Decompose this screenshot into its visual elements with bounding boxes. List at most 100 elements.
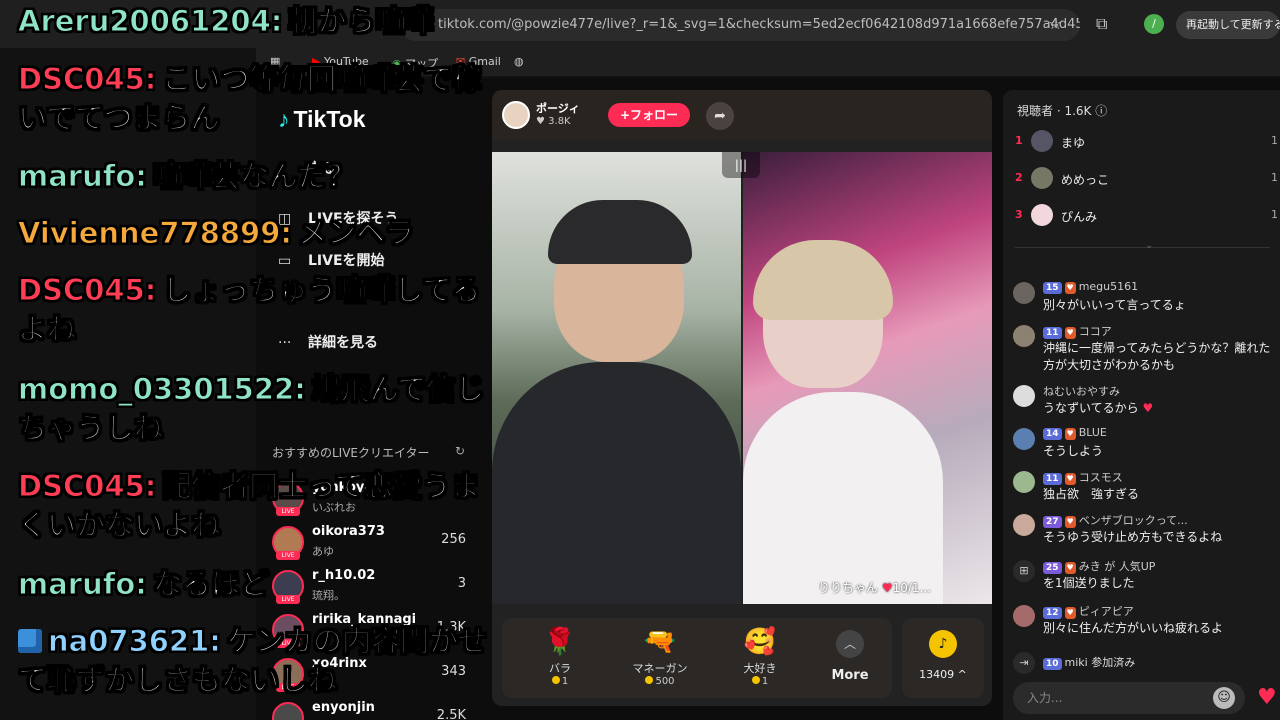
username[interactable]: miki — [1065, 656, 1088, 669]
viewer-name: まゆ — [1061, 136, 1086, 150]
message-meta: 11 ♥ コスモス — [1043, 469, 1123, 485]
gift-name: マネーガン — [632, 662, 688, 675]
guest-label: りりちゃん ♥10/1... — [818, 579, 931, 596]
overlay-text: メンヘラ — [298, 216, 415, 251]
username[interactable]: megu5161 — [1079, 280, 1138, 293]
viewers-header: 視聴者 · 1.6K ⓘ — [1017, 104, 1108, 118]
rank-number: 2 — [1015, 171, 1023, 184]
avatar[interactable] — [1013, 471, 1035, 493]
username[interactable]: ベンザブロックって... — [1079, 514, 1188, 527]
fan-badge-icon: ♥ — [1064, 516, 1076, 528]
heart-icon: ♥ — [536, 116, 549, 127]
avatar — [1031, 130, 1053, 152]
overlay-username: DSC045: — [17, 469, 157, 504]
chat-input[interactable]: 入力... — [1013, 682, 1245, 714]
viewer-name: めめっこ — [1061, 173, 1110, 187]
gift-rose[interactable]: 🌹 バラ 1 — [520, 626, 600, 692]
username[interactable]: ピィアピア — [1079, 605, 1134, 618]
message-meta: 10 miki 参加済み — [1043, 654, 1135, 670]
level-badge: 10 — [1043, 658, 1062, 670]
message-meta: ねむいおやすみ — [1043, 383, 1120, 399]
join-icon: ⇥ — [1013, 652, 1035, 674]
love-icon: 🥰 — [743, 627, 777, 657]
message-text: そうしよう — [1043, 444, 1104, 458]
overlay-message: marufo: 喧嘩芸なんだ？ — [18, 157, 488, 196]
avatar[interactable] — [1013, 325, 1035, 347]
top-viewer[interactable]: 2 めめっこ 1 — [1015, 167, 1278, 191]
gift-love[interactable]: 🥰 大好き 1 — [720, 626, 800, 692]
likes-count: 3.8K — [548, 116, 571, 127]
info-icon[interactable]: ⓘ — [1095, 104, 1107, 118]
message-meta: 27 ♥ ベンザブロックって... — [1043, 512, 1188, 528]
cube-icon — [18, 629, 42, 653]
message-text: 沖縄に一度帰ってみたらどうかな？離れた方が大切さがわかるかも — [1043, 341, 1271, 372]
fan-badge-icon: ♥ — [1064, 327, 1076, 339]
avatar — [1031, 204, 1053, 226]
extensions-icon[interactable]: ⧉ — [1096, 14, 1107, 34]
avatar[interactable] — [1013, 385, 1035, 407]
top-viewer[interactable]: 1 まゆ 1 — [1015, 130, 1278, 154]
follow-button[interactable]: +フォロー — [608, 103, 690, 127]
username[interactable]: みき が 人気UP — [1079, 560, 1156, 573]
price-value: 1 — [561, 676, 569, 687]
coin-balance-button[interactable]: ♪ 13409 ^ — [902, 618, 984, 698]
avatar[interactable] — [1013, 605, 1035, 627]
overlay-username: marufo: — [18, 159, 148, 194]
fan-badge-icon: ♥ — [1064, 428, 1076, 440]
level-badge: 12 — [1043, 607, 1062, 619]
gift-price: 1 — [520, 676, 600, 687]
username[interactable]: ねむいおやすみ — [1043, 385, 1120, 398]
overlay-message: na073621: ケンカの内容聞かせて恥ずかしさもないしね — [17, 622, 488, 700]
avatar[interactable] — [1013, 282, 1035, 304]
stream-chat-overlay: Areru20061204: 朝から喧嘩 DSC045: こいつ等毎回喧嘩芸で稼いで… — [0, 0, 490, 720]
guest-hair — [753, 240, 893, 320]
gift-price: 1 — [720, 676, 800, 687]
restart-update-button[interactable]: 再起動して更新する — [1176, 11, 1280, 39]
message-text: 別々に住んだ方がいいね疲れるよ — [1043, 621, 1224, 635]
level-badge: 14 — [1043, 428, 1062, 440]
tiktok-coin-icon: ♪ — [929, 630, 957, 658]
overlay-message: DSC045: 配信者同士って恋愛うまくいかないよね — [17, 467, 488, 545]
globe-icon[interactable]: ◍ — [514, 55, 524, 68]
more-gifts-button[interactable]: ︿ More — [810, 626, 890, 692]
bookmark-star-icon[interactable]: ☆ — [1048, 14, 1062, 33]
gift-name: 大好き — [743, 662, 777, 675]
guest-hoodie — [743, 392, 943, 604]
share-icon[interactable]: ➦ — [706, 102, 734, 130]
message-meta: 11 ♥ ココア — [1043, 323, 1112, 339]
username[interactable]: コスモス — [1079, 471, 1123, 484]
gift-name: バラ — [549, 662, 571, 675]
divider — [1015, 247, 1270, 248]
emoji-icon[interactable]: ☺ — [1213, 687, 1235, 709]
overlay-username: Vivienne778899: — [17, 216, 293, 251]
host-name[interactable]: ポージィ — [536, 100, 580, 116]
coin-icon — [551, 676, 560, 684]
price-value: 500 — [655, 676, 675, 687]
multi-guest-icon[interactable]: ||| — [722, 152, 760, 178]
expand-icon[interactable]: ⌄ — [1145, 240, 1153, 251]
top-viewer[interactable]: 3 ぴんみ 1 — [1015, 204, 1278, 228]
host-avatar[interactable] — [502, 101, 530, 129]
message-text: そうゆう受け止め方もできるよね — [1043, 530, 1223, 544]
avatar[interactable] — [1013, 428, 1035, 450]
overlay-text: 喧嘩芸なんだ？ — [152, 159, 356, 194]
like-heart-icon[interactable]: ♥ — [1257, 685, 1277, 710]
chevron-up-icon: ︿ — [836, 630, 864, 658]
host-bar: ポージィ ♥ 3.8K +フォロー ➦ — [492, 90, 992, 140]
username[interactable]: BLUE — [1079, 426, 1107, 439]
overlay-username: momo_03301522: — [18, 372, 307, 407]
overlay-username: marufo: — [18, 567, 148, 602]
more-label: More — [831, 668, 869, 683]
avatar[interactable] — [1013, 514, 1035, 536]
guest-video — [743, 152, 992, 604]
message-meta: 15 ♥ megu5161 — [1043, 280, 1138, 294]
level-badge: 27 — [1043, 516, 1062, 528]
gift-money-gun[interactable]: 🔫 マネーガン 500 — [620, 626, 700, 692]
address-bar[interactable]: tiktok.com/@powzie477e/live?_r=1&_svg=1&… — [400, 9, 1080, 41]
message-meta: 12 ♥ ピィアピア — [1043, 603, 1134, 619]
gift-bar: 🌹 バラ 1 🔫 マネーガン 500 🥰 大好き 1 ︿ More — [502, 618, 892, 698]
profile-avatar[interactable]: / — [1144, 14, 1164, 34]
rank-number: 1 — [1015, 134, 1023, 147]
overlay-username: DSC045: — [17, 62, 157, 97]
username[interactable]: ココア — [1079, 325, 1112, 338]
